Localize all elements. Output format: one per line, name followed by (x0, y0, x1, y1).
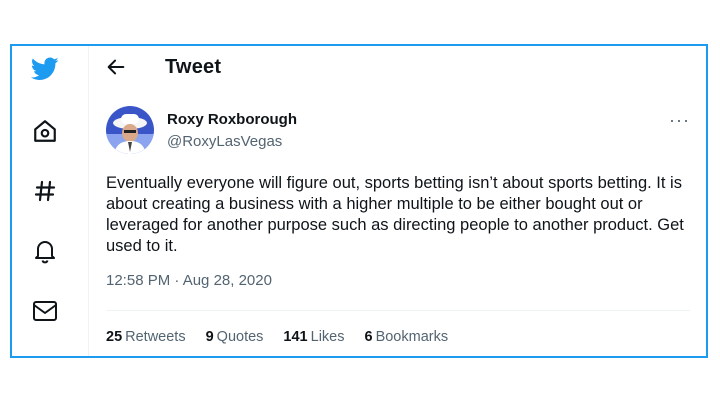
page-title: Tweet (165, 56, 222, 78)
tweet-window: Tweet Roxy Roxborough @RoxyLasVegas ··· … (10, 44, 708, 358)
avatar[interactable] (106, 106, 154, 154)
stat-label: Likes (310, 329, 345, 345)
back-arrow-icon[interactable] (105, 56, 129, 80)
divider (106, 310, 690, 311)
mail-icon[interactable] (30, 296, 60, 326)
stat-quotes[interactable]: 9 Quotes (206, 329, 264, 345)
stat-count: 141 (283, 329, 308, 345)
tweet-detail: Tweet Roxy Roxborough @RoxyLasVegas ··· … (89, 46, 706, 356)
stat-label: Quotes (216, 329, 264, 345)
more-options-button[interactable]: ··· (669, 110, 690, 131)
stat-label: Bookmarks (375, 329, 449, 345)
stat-bookmarks[interactable]: 6 Bookmarks (364, 329, 448, 345)
stat-retweets[interactable]: 25 Retweets (106, 329, 186, 345)
bell-icon[interactable] (30, 236, 60, 266)
author-handle[interactable]: @RoxyLasVegas (167, 133, 282, 150)
stat-label: Retweets (125, 329, 186, 345)
stat-count: 9 (205, 329, 214, 345)
more-nav-icon[interactable] (30, 348, 60, 356)
tweet-text: Eventually everyone will figure out, spo… (106, 174, 684, 255)
hashtag-icon[interactable] (30, 176, 60, 206)
home-icon[interactable] (30, 116, 60, 146)
stat-count: 25 (106, 329, 123, 345)
author-name[interactable]: Roxy Roxborough (167, 111, 297, 128)
stat-likes[interactable]: 141 Likes (283, 329, 344, 345)
twitter-bird-icon[interactable] (30, 54, 60, 84)
header: Tweet (89, 46, 706, 90)
stat-count: 6 (364, 329, 373, 345)
engagement-stats: 25 Retweets 9 Quotes 141 Likes 6 Bookmarks (106, 329, 448, 345)
tweet-timestamp[interactable]: 12:58 PM · Aug 28, 2020 (106, 272, 272, 289)
sidebar-nav (12, 46, 88, 356)
